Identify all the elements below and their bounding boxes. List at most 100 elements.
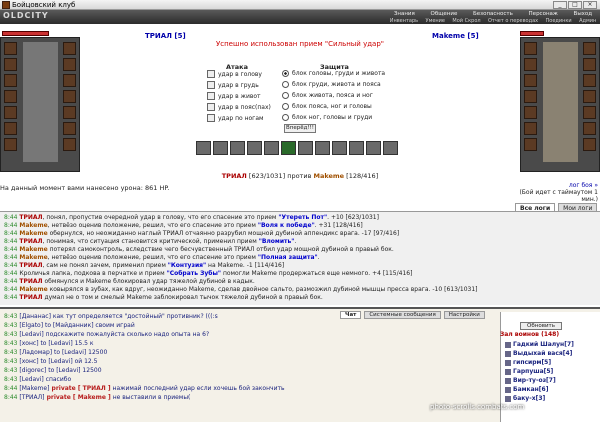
- online-user[interactable]: Выдыхай вася[4]: [505, 350, 572, 357]
- nav-character[interactable]: Персонаж: [529, 11, 558, 17]
- timeout-text: (Бой идет с таймаутом 1 мин.): [519, 189, 598, 203]
- item-slot[interactable]: [524, 106, 537, 119]
- online-user[interactable]: баку-х[3]: [505, 395, 545, 402]
- item-slot[interactable]: [4, 122, 17, 135]
- player1-avatar[interactable]: [23, 42, 58, 162]
- item-slot[interactable]: [524, 122, 537, 135]
- nav-communication[interactable]: Общение: [430, 11, 457, 17]
- item-slot[interactable]: [524, 90, 537, 103]
- log-line: 8:44 Makeme обернулся, но неожиданно наг…: [4, 230, 400, 237]
- attack-option[interactable]: удар в грудь: [207, 81, 259, 89]
- skill-icon[interactable]: [247, 141, 262, 155]
- nav-skill[interactable]: Умение: [426, 18, 446, 24]
- log-line: 8:44 Кроличья лапка, подкова в перчатке …: [4, 270, 413, 277]
- skill-icon[interactable]: [196, 141, 211, 155]
- log-line: 8:44 Makeme потерял самоконтроль, вследс…: [4, 246, 394, 253]
- skill-icon[interactable]: [298, 141, 313, 155]
- tab-settings[interactable]: Настройки: [443, 311, 485, 319]
- clan-icon: [505, 341, 511, 348]
- nav-security[interactable]: Безопасность: [473, 11, 513, 17]
- player2-panel: [520, 37, 600, 172]
- hall-title: Зал воинов (148): [500, 331, 560, 338]
- item-slot[interactable]: [4, 42, 17, 55]
- clan-icon: [505, 386, 511, 393]
- tab-system-messages[interactable]: Системные сообщения: [364, 311, 441, 319]
- nav-transfers[interactable]: Отчет о переводах: [488, 18, 538, 24]
- item-slot[interactable]: [583, 58, 596, 71]
- online-user[interactable]: Бамкан[6]: [505, 386, 548, 393]
- item-slot[interactable]: [583, 42, 596, 55]
- skill-icon[interactable]: [213, 141, 228, 155]
- item-slot[interactable]: [63, 74, 76, 87]
- item-slot[interactable]: [524, 138, 537, 151]
- skill-icon[interactable]: [366, 141, 381, 155]
- nav-knowledge[interactable]: Знания: [394, 11, 415, 17]
- sub-nav: Инвентарь Умение Мой Скрол Отчет о перев…: [386, 18, 600, 24]
- item-slot[interactable]: [583, 122, 596, 135]
- online-user[interactable]: гипсирм[5]: [505, 359, 551, 366]
- player1-hp-bar: [2, 31, 49, 36]
- item-slot[interactable]: [583, 74, 596, 87]
- player2-hp-bar: [520, 31, 544, 36]
- nav-exit[interactable]: Выход: [574, 11, 593, 17]
- tab-chat[interactable]: Чат: [340, 311, 362, 319]
- skill-icon[interactable]: [264, 141, 279, 155]
- player2-name[interactable]: Makeme [5]: [432, 32, 479, 40]
- item-slot[interactable]: [63, 42, 76, 55]
- skill-icon[interactable]: [349, 141, 364, 155]
- online-user[interactable]: Гадкий Шалун[7]: [505, 341, 574, 348]
- close-button[interactable]: ×: [583, 1, 597, 9]
- skill-icon[interactable]: [230, 141, 245, 155]
- item-slot[interactable]: [583, 90, 596, 103]
- nav-my-scroll[interactable]: Мой Скрол: [452, 18, 480, 24]
- item-slot[interactable]: [4, 58, 17, 71]
- item-slot[interactable]: [4, 138, 17, 151]
- nav-admin[interactable]: Админ: [579, 18, 596, 24]
- clan-icon: [505, 377, 511, 384]
- online-user[interactable]: Вир-ту-оз[7]: [505, 377, 556, 384]
- player1-name[interactable]: ТРИАЛ [5]: [145, 32, 186, 40]
- clan-icon: [505, 368, 511, 375]
- chat-line: 8:43 [digorec] to [Ledavi] 12500: [4, 367, 102, 374]
- log-line: 8:44 ТРИАЛ думал не о том и смелый Makem…: [4, 294, 323, 301]
- defense-option[interactable]: блок груди, живота и пояса: [282, 81, 381, 88]
- skill-icon[interactable]: [383, 141, 398, 155]
- maximize-button[interactable]: □: [568, 1, 582, 9]
- refresh-button[interactable]: Обновить: [520, 322, 562, 330]
- item-slot[interactable]: [4, 106, 17, 119]
- attack-button[interactable]: Вперёд!!!: [284, 124, 316, 133]
- item-slot[interactable]: [4, 74, 17, 87]
- attack-icon: [207, 92, 215, 100]
- skill-icon[interactable]: [281, 141, 296, 155]
- defense-option[interactable]: блок ног, головы и груди: [282, 114, 372, 121]
- defense-option[interactable]: блок живота, пояса и ног: [282, 92, 373, 99]
- item-slot[interactable]: [63, 90, 76, 103]
- attack-icon: [207, 103, 215, 111]
- player2-avatar[interactable]: [543, 42, 578, 162]
- attack-option[interactable]: удар в пояс(пах): [207, 103, 271, 111]
- nav-inventory[interactable]: Инвентарь: [390, 18, 418, 24]
- minimize-button[interactable]: _: [553, 1, 567, 9]
- item-slot[interactable]: [583, 106, 596, 119]
- item-slot[interactable]: [63, 122, 76, 135]
- skill-icon[interactable]: [315, 141, 330, 155]
- item-slot[interactable]: [63, 138, 76, 151]
- skill-icon[interactable]: [332, 141, 347, 155]
- item-slot[interactable]: [583, 138, 596, 151]
- item-slot[interactable]: [524, 58, 537, 71]
- attack-option[interactable]: удар по ногам: [207, 114, 264, 122]
- item-slot[interactable]: [63, 106, 76, 119]
- attack-option[interactable]: удар в голову: [207, 70, 262, 78]
- item-slot[interactable]: [524, 42, 537, 55]
- battle-log-link[interactable]: лог боя »: [502, 182, 598, 189]
- item-slot[interactable]: [4, 90, 17, 103]
- chat-line: 8:43 [Дананас] как тут определяется "дос…: [4, 313, 218, 320]
- item-slot[interactable]: [524, 74, 537, 87]
- attack-option[interactable]: удар в живот: [207, 92, 261, 100]
- nav-fights[interactable]: Поединки: [546, 18, 572, 24]
- online-user[interactable]: Гарпуша[5]: [505, 368, 553, 375]
- radio-icon: [282, 92, 289, 99]
- defense-option[interactable]: блок головы, груди и живота: [282, 70, 385, 77]
- item-slot[interactable]: [63, 58, 76, 71]
- defense-option[interactable]: блок пояса, ног и головы: [282, 103, 372, 110]
